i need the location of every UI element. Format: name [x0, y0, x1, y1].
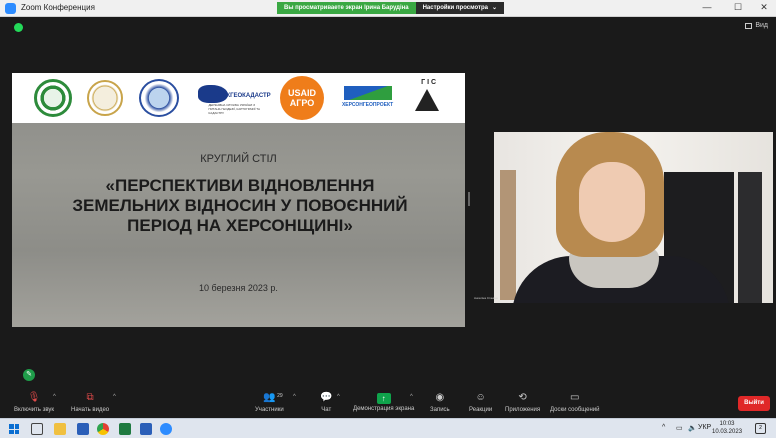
- gis-logo: Г І С: [411, 79, 443, 117]
- window-title: Zoom Конференция: [21, 3, 95, 12]
- share-screen-icon: ↑: [376, 393, 391, 404]
- volume-icon[interactable]: 🔈: [688, 424, 697, 432]
- start-video-button[interactable]: ⧉ Начать видео: [71, 391, 109, 418]
- participant-name: Ангеліна Станіна: [474, 296, 498, 300]
- participants-icon: 👥 29: [263, 391, 283, 405]
- view-button[interactable]: Вид: [745, 22, 768, 29]
- notifications-icon[interactable]: 2: [755, 423, 766, 434]
- video-options-caret[interactable]: ^: [113, 394, 116, 400]
- zoom-app-icon: [5, 3, 16, 14]
- share-banner: Вы просматриваете экран Ірина Барудіна Н…: [277, 2, 504, 14]
- slide-title: «ПЕРСПЕКТИВИ ВІДНОВЛЕННЯ ЗЕМЕЛЬНИХ ВІДНО…: [72, 176, 408, 235]
- windows-taskbar: ^ ▭ 🔈 УКР 10:03 10.03.2023 2: [0, 418, 776, 438]
- windows-start-icon[interactable]: [9, 424, 19, 434]
- shared-screen-slide: ДЕРЖГЕОКАДАСТР ДЕРЖАВНА СЛУЖБА УКРАЇНИ З…: [12, 73, 465, 327]
- word-document-icon[interactable]: [140, 423, 152, 435]
- language-indicator[interactable]: УКР: [698, 424, 711, 431]
- task-view-icon[interactable]: [31, 423, 43, 435]
- chat-options-caret[interactable]: ^: [337, 394, 340, 400]
- meeting-toolbar: 🎙 Включить звук ^ ⧉ Начать видео ^ 👥 29 У…: [0, 391, 776, 418]
- slide-date: 10 березня 2023 р.: [199, 283, 278, 293]
- participant-video[interactable]: [494, 132, 773, 303]
- excel-icon[interactable]: [119, 423, 131, 435]
- view-options-button[interactable]: Настройки просмотра ⌄: [415, 2, 504, 14]
- close-window-button[interactable]: ✕: [752, 2, 776, 13]
- microphone-muted-icon: 🎙: [27, 392, 41, 403]
- participants-options-caret[interactable]: ^: [293, 394, 296, 400]
- share-screen-button[interactable]: ↑ Демонстрация экрана: [353, 391, 414, 418]
- reactions-icon: ☺: [475, 392, 486, 403]
- whiteboards-button[interactable]: ▭ Доски сообщений: [550, 391, 600, 418]
- record-icon: ◉: [435, 392, 445, 403]
- window-titlebar: Zoom Конференция Вы просматриваете экран…: [0, 0, 776, 17]
- slide-kicker: КРУГЛИЙ СТІЛ: [200, 153, 277, 165]
- apps-button[interactable]: ⟲ Приложения: [505, 391, 540, 418]
- file-explorer-icon[interactable]: [54, 423, 66, 435]
- participants-count: 29: [277, 393, 283, 399]
- khersongeoproekt-logo: ХЕРСОНГЕОПРОЕКТ: [340, 79, 396, 117]
- unmute-button[interactable]: 🎙 Включить звук: [14, 391, 54, 418]
- word-icon[interactable]: [77, 423, 89, 435]
- maximize-button[interactable]: ☐: [726, 2, 750, 13]
- leave-button[interactable]: Выйти: [738, 396, 770, 411]
- clock-time: 10:03: [719, 421, 735, 427]
- apps-icon: ⟲: [518, 392, 527, 403]
- view-label: Вид: [755, 22, 768, 29]
- usaid-agro-logo: USAID АГРО: [280, 76, 325, 120]
- network-icon[interactable]: ▭: [676, 424, 683, 432]
- chrome-icon[interactable]: [97, 423, 109, 435]
- reactions-button[interactable]: ☺ Реакции: [469, 391, 492, 418]
- logo-strip: ДЕРЖГЕОКАДАСТР ДЕРЖАВНА СЛУЖБА УКРАЇНИ З…: [12, 73, 465, 123]
- clock-date: 10.03.2023: [712, 429, 743, 435]
- share-options-caret[interactable]: ^: [410, 394, 413, 400]
- whiteboard-icon: ▭: [570, 392, 580, 403]
- university-logo: [33, 79, 72, 117]
- viewing-screen-label: Вы просматриваете экран Ірина Барудіна: [277, 2, 416, 14]
- minimize-button[interactable]: —: [695, 2, 719, 12]
- grid-view-icon: [745, 22, 753, 29]
- taskbar-clock[interactable]: 10:03 10.03.2023: [712, 420, 742, 436]
- academy-logo: [138, 79, 179, 117]
- encryption-shield-icon[interactable]: [14, 23, 23, 32]
- audio-options-caret[interactable]: ^: [53, 394, 56, 400]
- view-options-label: Настройки просмотра: [422, 5, 488, 11]
- split-resize-handle[interactable]: [468, 192, 470, 206]
- chat-button[interactable]: 💬 Чат: [320, 391, 332, 418]
- chat-icon: 💬: [320, 392, 333, 403]
- annotate-pencil-icon[interactable]: ✎: [23, 369, 35, 381]
- participants-button[interactable]: 👥 29 Участники: [255, 391, 284, 418]
- institute-logo: [87, 79, 124, 117]
- zoom-taskbar-icon[interactable]: [160, 423, 172, 435]
- chevron-down-icon: ⌄: [491, 5, 497, 11]
- derzhgeokadastr-logo: ДЕРЖГЕОКАДАСТР ДЕРЖАВНА СЛУЖБА УКРАЇНИ З…: [194, 79, 271, 117]
- camera-off-icon: ⧉: [86, 392, 94, 403]
- tray-overflow-icon[interactable]: ^: [662, 424, 665, 431]
- record-button[interactable]: ◉ Запись: [430, 391, 450, 418]
